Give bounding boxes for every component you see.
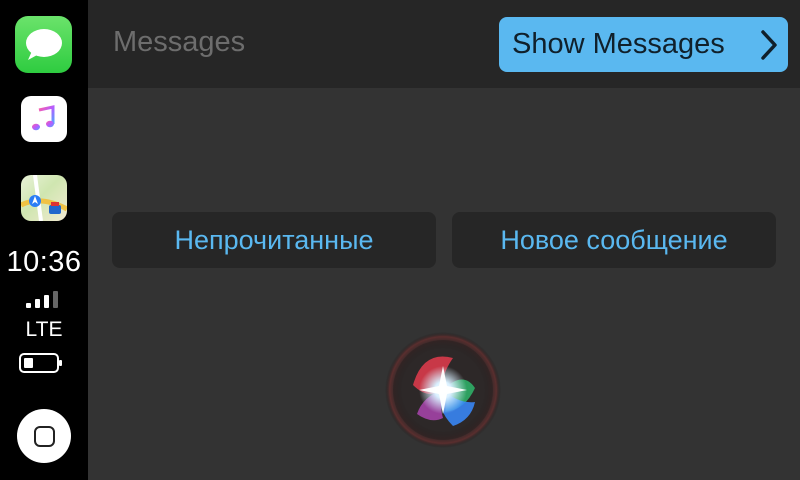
new-message-label: Новое сообщение bbox=[500, 224, 728, 255]
signal-strength-icon bbox=[26, 288, 66, 308]
siri-orb-icon[interactable] bbox=[383, 330, 503, 450]
show-messages-button[interactable]: Show Messages bbox=[499, 17, 788, 72]
home-icon bbox=[33, 425, 55, 447]
maps-app-icon[interactable] bbox=[21, 175, 67, 221]
music-app-icon[interactable] bbox=[21, 96, 67, 142]
show-messages-label: Show Messages bbox=[512, 28, 725, 60]
carplay-sidebar: 10:36 LTE bbox=[0, 0, 88, 480]
map-icon bbox=[21, 175, 67, 221]
page-title: Messages bbox=[113, 26, 246, 58]
status-time: 10:36 bbox=[6, 246, 82, 278]
battery-icon bbox=[19, 353, 62, 373]
network-type: LTE bbox=[25, 318, 63, 341]
unread-button[interactable]: Непрочитанные bbox=[112, 212, 436, 268]
unread-label: Непрочитанные bbox=[174, 224, 374, 255]
music-note-icon bbox=[32, 105, 55, 131]
header-bar: Messages Show Messages bbox=[88, 0, 800, 88]
chevron-right-icon bbox=[761, 30, 777, 60]
messages-app-icon[interactable] bbox=[15, 16, 72, 73]
speech-bubble-icon bbox=[25, 28, 62, 60]
new-message-button[interactable]: Новое сообщение bbox=[452, 212, 776, 268]
home-button[interactable] bbox=[17, 409, 71, 463]
